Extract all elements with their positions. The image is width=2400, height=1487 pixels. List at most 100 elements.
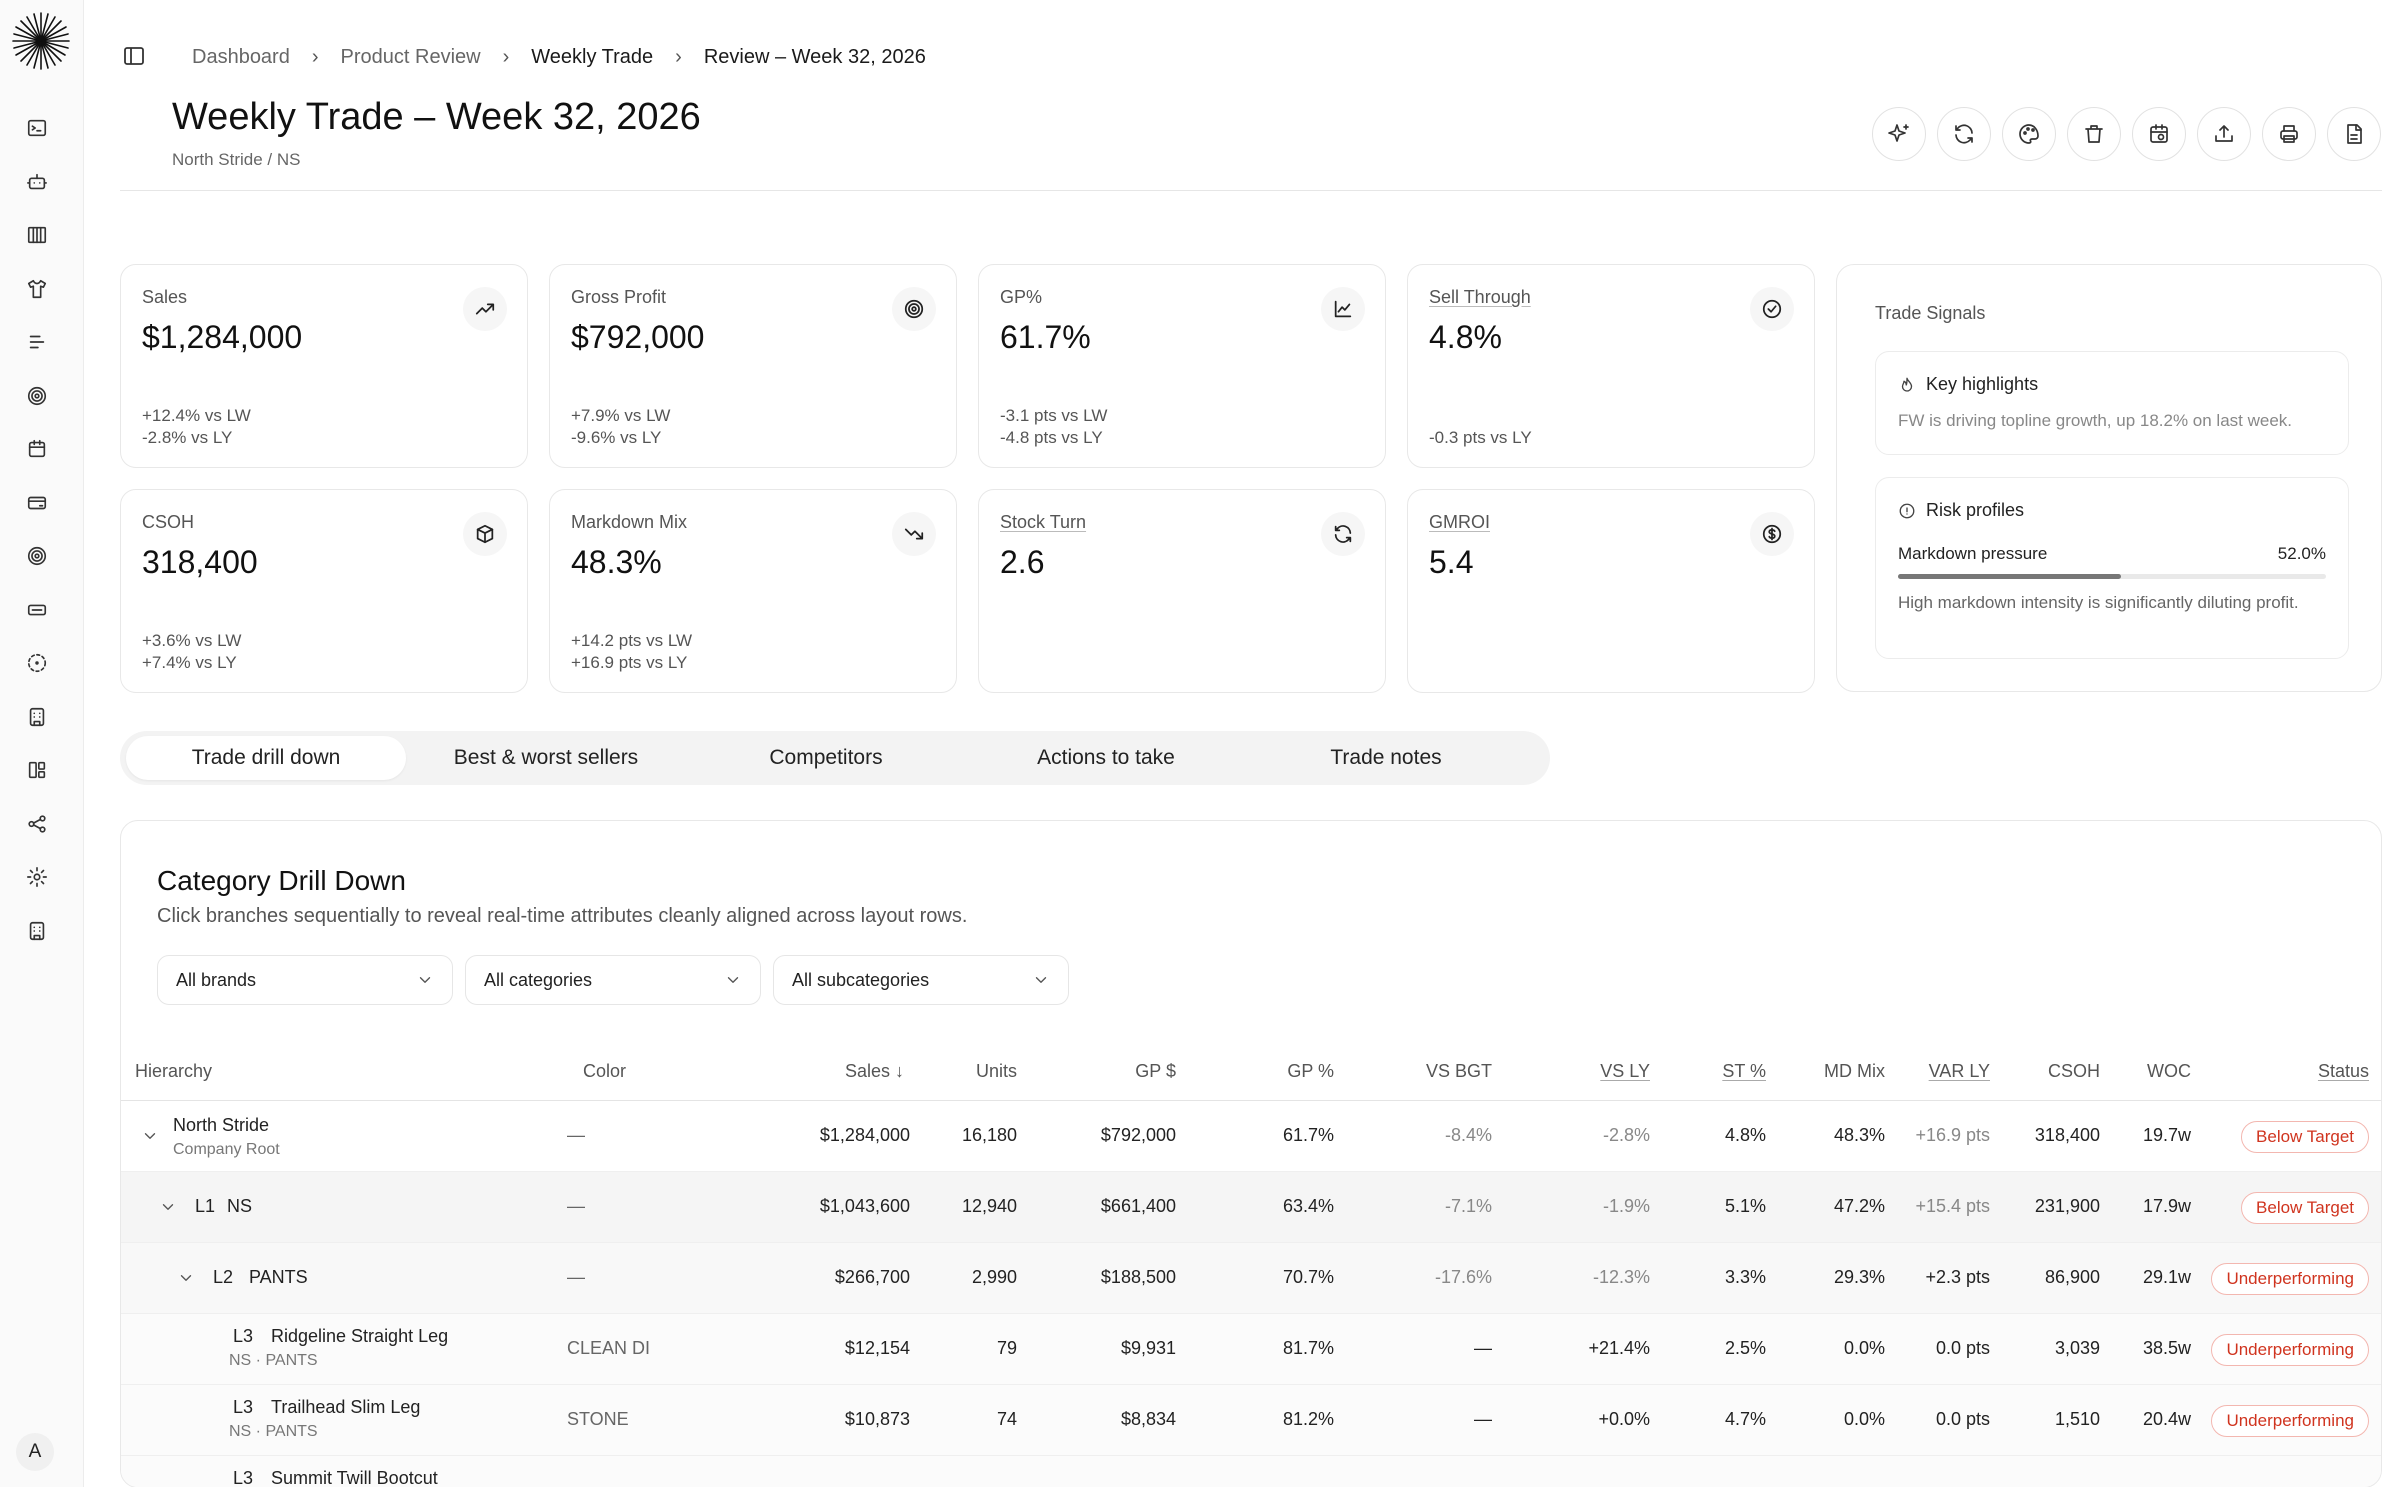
list-icon[interactable] — [26, 331, 48, 353]
chevron-down-icon[interactable] — [177, 1269, 195, 1287]
risk-metric-value: 52.0% — [2277, 544, 2326, 563]
col-csoh[interactable]: CSOH — [2048, 1061, 2100, 1082]
col-var-ly[interactable]: VAR LY — [1929, 1061, 1990, 1082]
tab-actions-to-take[interactable]: Actions to take — [966, 736, 1246, 780]
calendar-icon[interactable] — [26, 438, 48, 460]
cell-units: 12,940 — [961, 1196, 1017, 1216]
table-row[interactable]: North Stride Company Root — $1,284,000 1… — [121, 1101, 2381, 1172]
delete-button[interactable] — [2067, 107, 2121, 161]
kpi-card-sell-through[interactable]: Sell Through 4.8% -0.3 pts vs LY — [1407, 264, 1815, 468]
kpi-label: Gross Profit — [571, 287, 667, 307]
category-drill-down-panel: Category Drill Down Click branches seque… — [120, 820, 2382, 1487]
col-gp-percent[interactable]: GP % — [1287, 1061, 1334, 1082]
table-row[interactable]: L2 PANTS — $266,700 2,990 $188,500 70.7%… — [121, 1243, 2381, 1314]
kpi-label[interactable]: Stock Turn — [1000, 512, 1086, 533]
breadcrumb: Dashboard › Product Review › Weekly Trad… — [192, 44, 926, 70]
refresh-button[interactable] — [1937, 107, 1991, 161]
cell-var-ly: 0.0 pts — [1935, 1409, 1990, 1429]
kpi-deltas: +12.4% vs LW -2.8% vs LY — [142, 405, 251, 449]
category-filter-select[interactable]: All categories — [465, 955, 761, 1005]
trend-up-icon — [463, 287, 507, 331]
tab-trade-notes[interactable]: Trade notes — [1246, 736, 1526, 780]
key-highlights-card: Key highlights FW is driving topline gro… — [1875, 351, 2349, 455]
tab-trade-drill-down[interactable]: Trade drill down — [126, 736, 406, 780]
col-md-mix[interactable]: MD Mix — [1824, 1061, 1885, 1082]
breadcrumb-dashboard[interactable]: Dashboard — [192, 46, 290, 69]
row-name: PANTS — [249, 1267, 308, 1287]
kpi-label[interactable]: GMROI — [1429, 512, 1490, 533]
kpi-label[interactable]: Sell Through — [1429, 287, 1531, 308]
schedule-button[interactable] — [2132, 107, 2186, 161]
col-sales[interactable]: Sales ↓ — [845, 1061, 904, 1082]
export-button[interactable] — [2197, 107, 2251, 161]
col-st-percent[interactable]: ST % — [1722, 1061, 1766, 1082]
kpi-card-gross-profit[interactable]: Gross Profit $792,000 +7.9% vs LW -9.6% v… — [549, 264, 957, 468]
kpi-card-markdown-mix[interactable]: Markdown Mix 48.3% +14.2 pts vs LW +16.9 … — [549, 489, 957, 693]
col-color: Color — [583, 1061, 627, 1081]
chevron-down-icon[interactable] — [159, 1198, 177, 1216]
kpi-card-sales[interactable]: Sales $1,284,000 +12.4% vs LW -2.8% vs LY — [120, 264, 528, 468]
kpi-delta: +3.6% vs LW — [142, 631, 242, 650]
trade-signals-title: Trade Signals — [1875, 303, 1986, 323]
cell-vs-bgt: -7.1% — [1444, 1196, 1492, 1216]
sidebar-toggle-icon[interactable] — [122, 44, 146, 68]
col-gp[interactable]: GP $ — [1135, 1061, 1176, 1082]
brand-logo[interactable] — [12, 12, 70, 70]
bot-icon[interactable] — [26, 171, 48, 193]
chart-icon — [1321, 287, 1365, 331]
cell-vs-ly: -12.3% — [1592, 1267, 1650, 1287]
card-icon[interactable] — [26, 492, 48, 514]
breadcrumb-product-review[interactable]: Product Review — [341, 46, 481, 69]
cell-sales: $12,154 — [844, 1338, 910, 1358]
layout-icon[interactable] — [26, 759, 48, 781]
theme-button[interactable] — [2002, 107, 2056, 161]
kpi-card-csoh[interactable]: CSOH 318,400 +3.6% vs LW +7.4% vs LY — [120, 489, 528, 693]
kpi-label: CSOH — [142, 512, 195, 532]
col-units[interactable]: Units — [976, 1061, 1017, 1082]
table-row[interactable]: L1 NS — $1,043,600 12,940 $661,400 63.4%… — [121, 1172, 2381, 1243]
dashed-circle-icon[interactable] — [26, 652, 48, 674]
target-icon[interactable] — [26, 545, 48, 567]
print-button[interactable] — [2262, 107, 2316, 161]
kpi-deltas: +3.6% vs LW +7.4% vs LY — [142, 630, 241, 674]
brand-filter-select[interactable]: All brands — [157, 955, 453, 1005]
gear-icon[interactable] — [26, 866, 48, 888]
kpi-card-stock-turn[interactable]: Stock Turn 2.6 — [978, 489, 1386, 693]
row-level: L3 — [233, 1326, 254, 1346]
row-level: L3 — [233, 1397, 254, 1417]
columns-icon[interactable] — [26, 224, 48, 246]
kpi-delta — [1429, 405, 1532, 427]
report-button[interactable] — [2327, 107, 2381, 161]
kpi-delta: -2.8% vs LY — [142, 428, 233, 447]
kpi-card-gmroi[interactable]: GMROI 5.4 — [1407, 489, 1815, 693]
share-icon[interactable] — [26, 813, 48, 835]
subcategory-filter-select[interactable]: All subcategories — [773, 955, 1069, 1005]
target-icon[interactable] — [26, 385, 48, 407]
shirt-icon[interactable] — [26, 278, 48, 300]
col-vs-bgt[interactable]: VS BGT — [1426, 1061, 1492, 1082]
cell-vs-ly: +0.0% — [1598, 1409, 1650, 1429]
kpi-card-gp-percent[interactable]: GP% 61.7% -3.1 pts vs LW -4.8 pts vs LY — [978, 264, 1386, 468]
terminal-icon[interactable] — [26, 117, 48, 139]
table-row[interactable]: L3 Summit Twill Bootcut — [121, 1456, 2381, 1487]
cell-gp-percent: 81.7% — [1282, 1338, 1334, 1358]
table-row[interactable]: L3 Ridgeline Straight Leg NS · PANTS CLE… — [121, 1314, 2381, 1385]
building-icon[interactable] — [26, 706, 48, 728]
kpi-label: Sales — [142, 287, 188, 307]
chevron-down-icon[interactable] — [141, 1127, 159, 1145]
col-vs-ly[interactable]: VS LY — [1600, 1061, 1650, 1082]
tab-competitors[interactable]: Competitors — [686, 736, 966, 780]
col-status[interactable]: Status — [2318, 1061, 2369, 1082]
toolbar — [1872, 107, 2381, 161]
cell-gp: $792,000 — [1100, 1125, 1176, 1145]
breadcrumb-weekly-trade[interactable]: Weekly Trade — [531, 46, 653, 69]
ai-insights-button[interactable] — [1872, 107, 1926, 161]
avatar[interactable]: A — [16, 1433, 54, 1471]
table-row[interactable]: L3 Trailhead Slim Leg NS · PANTS STONE $… — [121, 1385, 2381, 1456]
building-icon[interactable] — [26, 920, 48, 942]
ticket-icon[interactable] — [26, 599, 48, 621]
kpi-delta: +7.4% vs LY — [142, 653, 237, 672]
col-woc[interactable]: WOC — [2147, 1061, 2191, 1082]
tab-best-worst-sellers[interactable]: Best & worst sellers — [406, 736, 686, 780]
chevron-right-icon: › — [311, 45, 319, 68]
